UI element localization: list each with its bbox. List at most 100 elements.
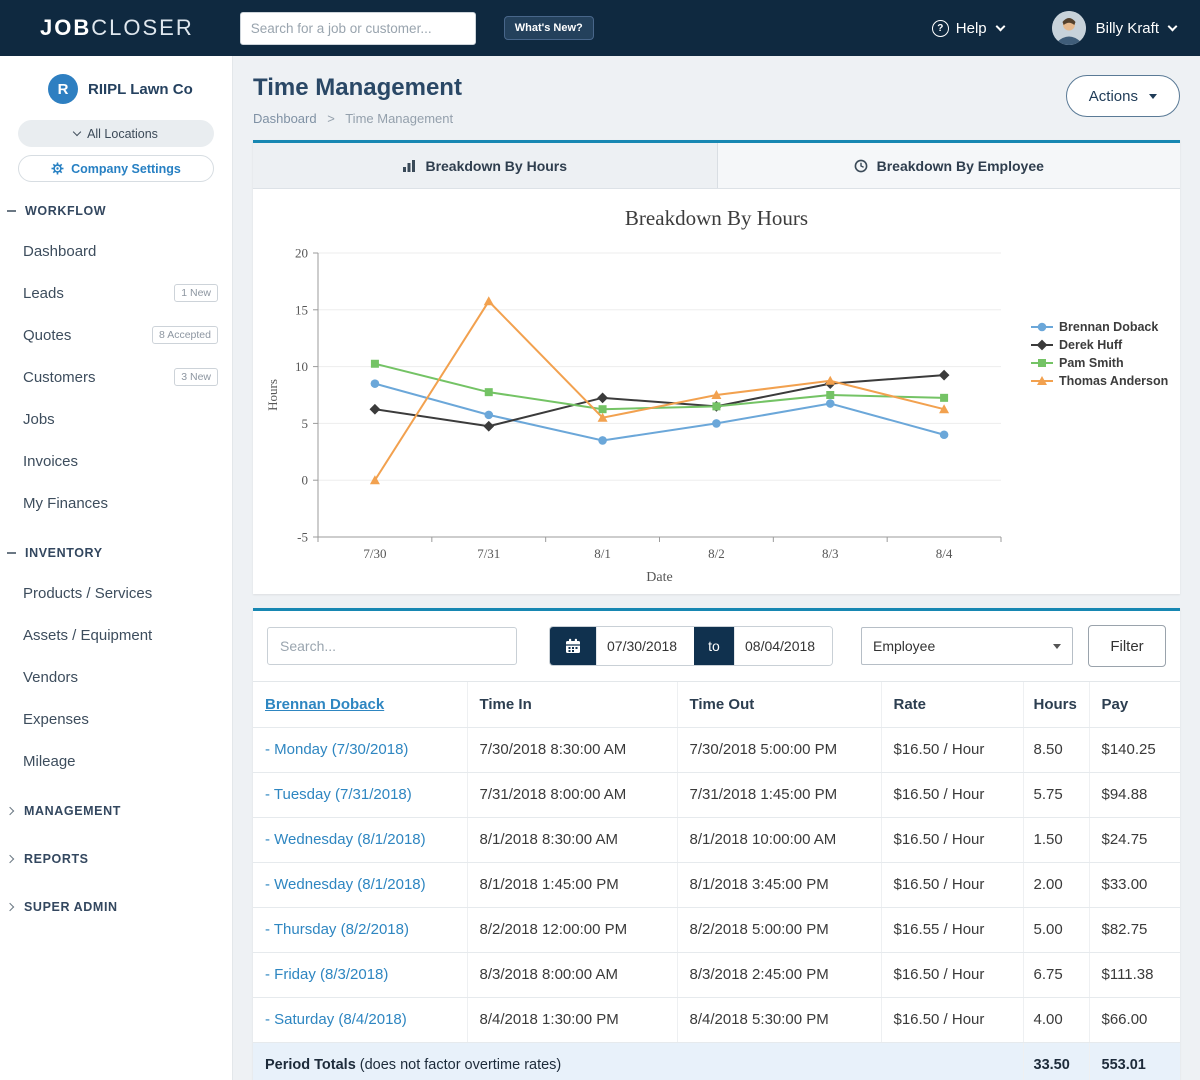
table-search-input[interactable]	[267, 627, 517, 665]
help-glyph: ?	[937, 23, 943, 34]
chevron-right-icon	[6, 807, 14, 815]
page-title: Time Management	[253, 74, 1180, 102]
company-settings-button[interactable]: Company Settings	[18, 155, 214, 182]
sidebar-item-quotes[interactable]: Quotes 8 Accepted	[0, 314, 232, 356]
sidebar-item-label: Mileage	[23, 753, 76, 770]
sidebar-item-dashboard[interactable]: Dashboard	[0, 230, 232, 272]
pay-cell: $66.00	[1089, 997, 1180, 1042]
chevron-right-icon	[6, 855, 14, 863]
sidebar-section-reports[interactable]: REPORTS	[0, 840, 232, 878]
sidebar-item-label: Quotes	[23, 327, 71, 344]
day-link[interactable]: - Thursday (8/2/2018)	[265, 921, 409, 938]
clock-icon	[854, 159, 868, 173]
date-range-picker: to	[549, 626, 833, 666]
select-value: Employee	[873, 638, 935, 654]
tab-label: Breakdown By Employee	[877, 158, 1044, 174]
sidebar-item-label: Assets / Equipment	[23, 627, 152, 644]
rate-cell: $16.50 / Hour	[881, 862, 1023, 907]
sidebar-item-mileage[interactable]: Mileage	[0, 740, 232, 782]
time-in-cell: 8/1/2018 1:45:00 PM	[467, 862, 677, 907]
sidebar-item-label: Invoices	[23, 453, 78, 470]
svg-text:Hours: Hours	[265, 379, 280, 411]
time-in-cell: 8/2/2018 12:00:00 PM	[467, 907, 677, 952]
sidebar-item-leads[interactable]: Leads 1 New	[0, 272, 232, 314]
breadcrumb-dashboard[interactable]: Dashboard	[253, 111, 317, 126]
section-label: MANAGEMENT	[24, 804, 121, 818]
hours-cell: 8.50	[1023, 727, 1089, 772]
main-content: Time Management Dashboard > Time Managem…	[233, 56, 1200, 1080]
day-link[interactable]: - Saturday (8/4/2018)	[265, 1011, 407, 1028]
chevron-down-icon	[995, 21, 1005, 31]
table-row: - Wednesday (8/1/2018) 8/1/2018 8:30:00 …	[253, 817, 1180, 862]
sidebar-item-my-finances[interactable]: My Finances	[0, 482, 232, 524]
sidebar-item-vendors[interactable]: Vendors	[0, 656, 232, 698]
day-link[interactable]: - Monday (7/30/2018)	[265, 741, 408, 758]
day-link[interactable]: - Tuesday (7/31/2018)	[265, 786, 412, 803]
help-menu[interactable]: ? Help	[932, 20, 1004, 37]
user-menu[interactable]: Billy Kraft	[1052, 11, 1176, 45]
actions-button[interactable]: Actions	[1066, 75, 1180, 117]
time-out-cell: 7/31/2018 1:45:00 PM	[677, 772, 881, 817]
sidebar-item-assets-equipment[interactable]: Assets / Equipment	[0, 614, 232, 656]
tab-breakdown-by-hours[interactable]: Breakdown By Hours	[253, 143, 717, 188]
sidebar-item-jobs[interactable]: Jobs	[0, 398, 232, 440]
day-link[interactable]: - Wednesday (8/1/2018)	[265, 876, 426, 893]
employee-filter-select[interactable]: Employee	[861, 627, 1073, 665]
time-in-cell: 7/31/2018 8:00:00 AM	[467, 772, 677, 817]
sidebar-item-products-services[interactable]: Products / Services	[0, 572, 232, 614]
employee-name-link[interactable]: Brennan Doback	[265, 696, 384, 713]
day-link[interactable]: - Friday (8/3/2018)	[265, 966, 388, 983]
time-out-cell: 8/1/2018 10:00:00 AM	[677, 817, 881, 862]
settings-label: Company Settings	[71, 162, 181, 176]
company-selector[interactable]: R RIIPL Lawn Co	[0, 70, 232, 112]
date-from-input[interactable]	[596, 627, 694, 665]
all-locations-dropdown[interactable]: All Locations	[18, 120, 214, 147]
svg-text:20: 20	[295, 246, 308, 261]
date-range-to-label: to	[694, 627, 734, 665]
collapse-icon	[7, 210, 16, 212]
filter-button[interactable]: Filter	[1088, 625, 1166, 667]
sidebar-item-badge: 1 New	[174, 284, 218, 302]
chevron-down-icon	[1053, 644, 1061, 649]
svg-text:Brennan Doback: Brennan Doback	[1059, 320, 1158, 334]
sidebar-item-invoices[interactable]: Invoices	[0, 440, 232, 482]
totals-pay: 553.01	[1089, 1042, 1180, 1080]
bar-chart-icon	[402, 159, 416, 173]
sidebar-section-workflow[interactable]: WORKFLOW	[0, 192, 232, 230]
help-label: Help	[956, 20, 987, 37]
sidebar-section-super-admin[interactable]: SUPER ADMIN	[0, 888, 232, 926]
sidebar-section-inventory[interactable]: INVENTORY	[0, 534, 232, 572]
sidebar-item-label: Vendors	[23, 669, 78, 686]
sidebar-item-label: Products / Services	[23, 585, 152, 602]
date-to-input[interactable]	[734, 627, 832, 665]
totals-label: Period Totals	[265, 1057, 356, 1073]
section-label: SUPER ADMIN	[24, 900, 118, 914]
calendar-button[interactable]	[550, 627, 596, 665]
avatar	[1052, 11, 1086, 45]
company-avatar: R	[48, 74, 78, 104]
global-search-input[interactable]	[240, 12, 476, 45]
svg-text:Pam Smith: Pam Smith	[1059, 356, 1124, 370]
time-out-cell: 8/2/2018 5:00:00 PM	[677, 907, 881, 952]
svg-text:0: 0	[302, 473, 309, 488]
tab-breakdown-by-employee[interactable]: Breakdown By Employee	[717, 143, 1181, 188]
sidebar-item-expenses[interactable]: Expenses	[0, 698, 232, 740]
svg-text:8/1: 8/1	[594, 546, 611, 561]
day-link[interactable]: - Wednesday (8/1/2018)	[265, 831, 426, 848]
table-row: - Thursday (8/2/2018) 8/2/2018 12:00:00 …	[253, 907, 1180, 952]
rate-cell: $16.50 / Hour	[881, 727, 1023, 772]
time-in-cell: 7/30/2018 8:30:00 AM	[467, 727, 677, 772]
col-hours: Hours	[1023, 682, 1089, 727]
whats-new-button[interactable]: What's New?	[504, 16, 594, 40]
rate-cell: $16.50 / Hour	[881, 772, 1023, 817]
pay-cell: $140.25	[1089, 727, 1180, 772]
app-logo[interactable]: JOBCLOSER	[40, 15, 194, 41]
hours-cell: 1.50	[1023, 817, 1089, 862]
sidebar-item-badge: 8 Accepted	[152, 326, 218, 344]
svg-text:8/3: 8/3	[822, 546, 839, 561]
time-in-cell: 8/4/2018 1:30:00 PM	[467, 997, 677, 1042]
sidebar-item-customers[interactable]: Customers 3 New	[0, 356, 232, 398]
pay-cell: $33.00	[1089, 862, 1180, 907]
sidebar-section-management[interactable]: MANAGEMENT	[0, 792, 232, 830]
totals-hours: 33.50	[1023, 1042, 1089, 1080]
